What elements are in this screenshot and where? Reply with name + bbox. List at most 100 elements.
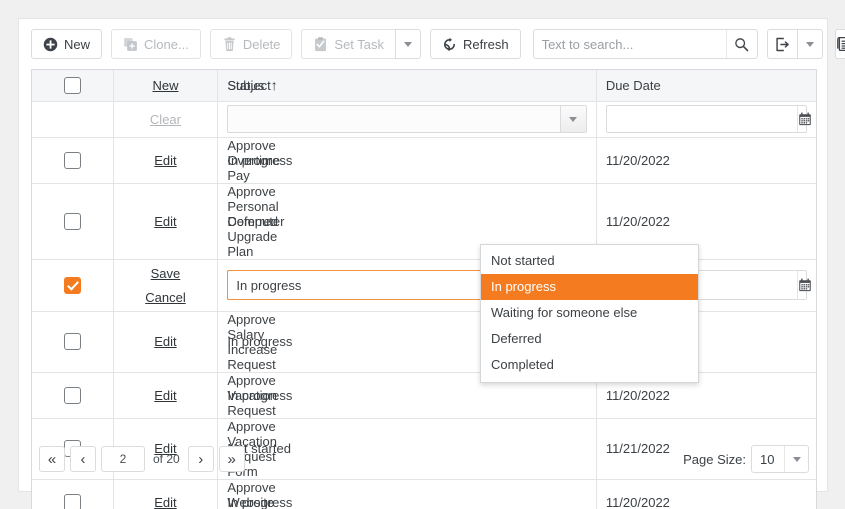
export-split-button [767,29,823,59]
row-command-cell: Edit [113,183,218,259]
copy-icon [123,37,138,52]
chevron-down-icon [806,42,814,47]
next-page-button[interactable]: › [188,446,214,472]
search-box [533,29,758,59]
page-size-arrow [784,446,808,472]
plus-circle-icon [43,37,58,52]
calendar-icon [798,278,812,292]
page-size-select[interactable]: 10 [751,445,809,473]
first-page-button[interactable]: « [39,446,65,472]
app-root: New Clone... [0,0,845,509]
row-command-cell: Edit [113,372,218,418]
cancel-link[interactable]: Cancel [145,290,185,305]
row-select-cell [32,479,113,509]
sort-ascending-icon: ↑ [271,78,278,92]
edit-link[interactable]: Edit [154,334,176,349]
filter-status-cell [218,101,596,137]
row-select-cell [32,137,113,183]
refresh-button-label: Refresh [463,38,509,51]
clipboard-check-icon [313,37,328,52]
select-all-checkbox[interactable] [64,77,81,94]
pager: « ‹ of 20 › » Page Size: 10 [31,439,817,479]
filter-status-select[interactable] [227,105,586,133]
status-option[interactable]: Waiting for someone else [481,300,698,326]
report-button[interactable] [835,29,845,59]
grid-card: New Clone... [18,18,828,492]
edit-link[interactable]: Edit [154,153,176,168]
last-page-button[interactable]: » [219,446,245,472]
page-size-label: Page Size: [683,452,746,467]
filter-due-date-input[interactable] [607,112,797,127]
toolbar: New Clone... [19,19,827,69]
row-due-date-cell: 11/20/2022 [596,137,816,183]
report-icon [836,36,845,52]
page-count-label: of 20 [150,452,183,466]
row-command-cell: Edit [113,479,218,509]
row-command-cell: Edit [113,137,218,183]
refresh-button[interactable]: Refresh [430,29,521,59]
set-task-dropdown-button[interactable] [395,29,421,59]
row-checkbox[interactable] [64,152,81,169]
refresh-icon [442,37,457,52]
status-dropdown-list[interactable]: Not started In progress Waiting for some… [480,244,699,383]
edit-link[interactable]: Edit [154,388,176,403]
search-input[interactable] [534,30,726,58]
edit-calendar-button[interactable] [797,271,812,299]
chevron-down-icon [404,42,412,47]
filter-calendar-button[interactable] [797,106,812,132]
row-select-cell [32,183,113,259]
chevron-down-icon [793,457,801,462]
page-size-group: Page Size: 10 [683,445,809,473]
edit-link[interactable]: Edit [154,495,176,509]
page-number-input[interactable] [101,446,145,472]
filter-status-arrow [560,106,586,132]
grid-header-row: New Subject ↑ Status Due Date [32,70,816,101]
previous-page-button[interactable]: ‹ [70,446,96,472]
set-task-split-button: Set Task [301,29,421,59]
row-checkbox[interactable] [64,333,81,350]
row-checkbox[interactable] [64,494,81,509]
edit-row-select-cell [32,259,113,311]
edit-link[interactable]: Edit [154,214,176,229]
row-checkbox[interactable] [64,213,81,230]
table-row[interactable]: Edit Approve Website Launch In progress … [32,479,816,509]
status-option[interactable]: Deferred [481,326,698,352]
delete-button-label: Delete [243,38,281,51]
clone-button-label: Clone... [144,38,189,51]
trash-icon [222,37,237,52]
command-column-header: New [113,70,218,101]
status-column-label: Status [227,78,264,93]
clone-button[interactable]: Clone... [111,29,201,59]
export-icon [775,37,790,52]
new-button[interactable]: New [31,29,102,59]
filter-checkbox-cell [32,101,113,137]
clear-filter-link[interactable]: Clear [150,112,181,127]
search-button[interactable] [726,30,757,58]
page-size-value: 10 [752,446,784,472]
new-button-label: New [64,38,90,51]
status-option-selected[interactable]: In progress [481,274,698,300]
export-button[interactable] [767,29,797,59]
select-all-header [32,70,113,101]
save-link[interactable]: Save [151,266,181,281]
set-task-button-label: Set Task [334,38,384,51]
new-row-link[interactable]: New [152,78,178,93]
export-dropdown-button[interactable] [797,29,823,59]
row-select-cell [32,311,113,372]
filter-due-date-cell [596,101,816,137]
row-checkbox[interactable] [64,387,81,404]
calendar-icon [798,112,812,126]
delete-button[interactable]: Delete [210,29,293,59]
row-checkbox-checked[interactable] [64,277,81,294]
due-date-column-header[interactable]: Due Date [596,70,816,101]
set-task-button[interactable]: Set Task [301,29,395,59]
status-option[interactable]: Completed [481,352,698,378]
row-command-cell: Edit [113,311,218,372]
row-due-date-cell: 11/20/2022 [596,479,816,509]
status-option[interactable]: Not started [481,248,698,274]
table-row[interactable]: Edit Approve Overtime Pay In progress 11… [32,137,816,183]
filter-clear-cell: Clear [113,101,218,137]
row-select-cell [32,372,113,418]
due-date-column-label: Due Date [606,78,661,93]
filter-row: Clear [32,101,816,137]
